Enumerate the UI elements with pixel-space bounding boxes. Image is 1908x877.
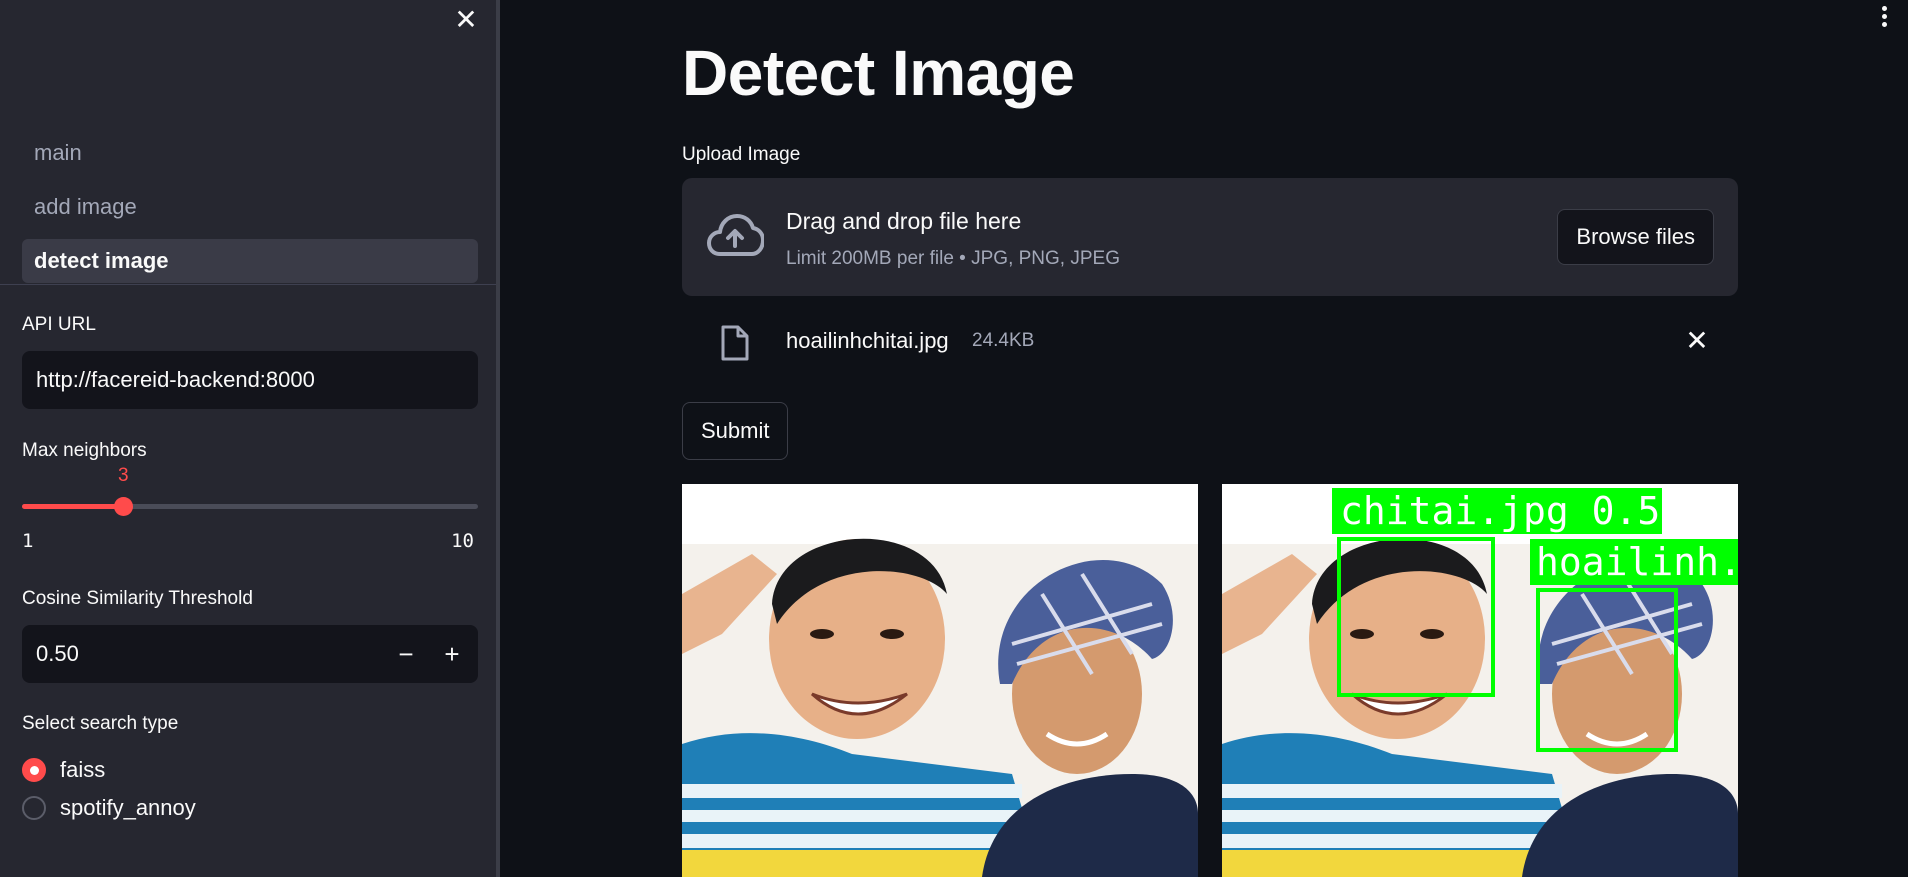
file-name: hoailinhchitai.jpg	[786, 328, 949, 353]
detection-label-2: hoailinh.j	[1536, 540, 1738, 584]
nav-item-detect-image[interactable]: detect image	[22, 239, 478, 283]
annotated-photo: chitai.jpg 0.51 hoailinh.j	[1222, 484, 1738, 877]
slider-fill	[22, 504, 124, 509]
radio-checked-icon[interactable]	[22, 758, 46, 782]
radio-spotify-annoy[interactable]: spotify_annoy	[22, 793, 196, 823]
radio-unchecked-icon[interactable]	[22, 796, 46, 820]
original-photo	[682, 484, 1198, 877]
submit-button[interactable]: Submit	[682, 402, 789, 460]
slider-min-label: 1	[22, 530, 34, 552]
max-neighbors-slider[interactable]: 3	[22, 465, 478, 516]
uploaded-file-row: hoailinhchitai.jpg 24.4KB ✕	[682, 318, 1738, 368]
radio-faiss-label: faiss	[60, 757, 106, 782]
max-neighbors-label: Max neighbors	[22, 440, 147, 461]
file-size: 24.4KB	[972, 330, 1035, 351]
decrement-button[interactable]: −	[386, 634, 426, 674]
radio-spotify-annoy-label: spotify_annoy	[60, 795, 196, 820]
file-icon	[721, 325, 749, 361]
threshold-label: Cosine Similarity Threshold	[22, 588, 253, 609]
threshold-value[interactable]: 0.50	[36, 625, 79, 683]
page-title: Detect Image	[682, 37, 1075, 109]
upload-label: Upload Image	[682, 144, 801, 165]
api-url-input[interactable]: http://facereid-backend:8000	[22, 351, 478, 409]
sidebar: ✕ main add image detect image API URL ht…	[0, 0, 500, 877]
nav-item-main[interactable]: main	[22, 131, 478, 175]
threshold-input[interactable]: 0.50 − +	[22, 625, 478, 683]
search-type-label: Select search type	[22, 713, 179, 734]
file-dropzone[interactable]: Drag and drop file here Limit 200MB per …	[682, 178, 1738, 296]
increment-button[interactable]: +	[432, 634, 472, 674]
nav-item-add-image[interactable]: add image	[22, 185, 478, 229]
sidebar-close-icon[interactable]: ✕	[452, 6, 480, 34]
dropzone-title: Drag and drop file here	[786, 208, 1022, 234]
slider-value: 3	[118, 465, 129, 486]
detection-label-1: chitai.jpg 0.51	[1340, 489, 1683, 533]
api-url-label: API URL	[22, 314, 96, 335]
main-menu-icon[interactable]	[1876, 6, 1892, 32]
slider-max-label: 10	[451, 530, 474, 552]
remove-file-icon[interactable]: ✕	[1682, 326, 1712, 356]
radio-dot	[29, 765, 39, 775]
browse-files-button[interactable]: Browse files	[1557, 209, 1714, 265]
cloud-upload-icon	[707, 214, 764, 256]
slider-thumb[interactable]	[114, 497, 134, 516]
sidebar-nav: main add image detect image	[22, 131, 478, 293]
radio-faiss[interactable]: faiss	[22, 755, 105, 785]
dropzone-hint: Limit 200MB per file • JPG, PNG, JPEG	[786, 248, 1120, 269]
nav-divider	[0, 284, 496, 285]
